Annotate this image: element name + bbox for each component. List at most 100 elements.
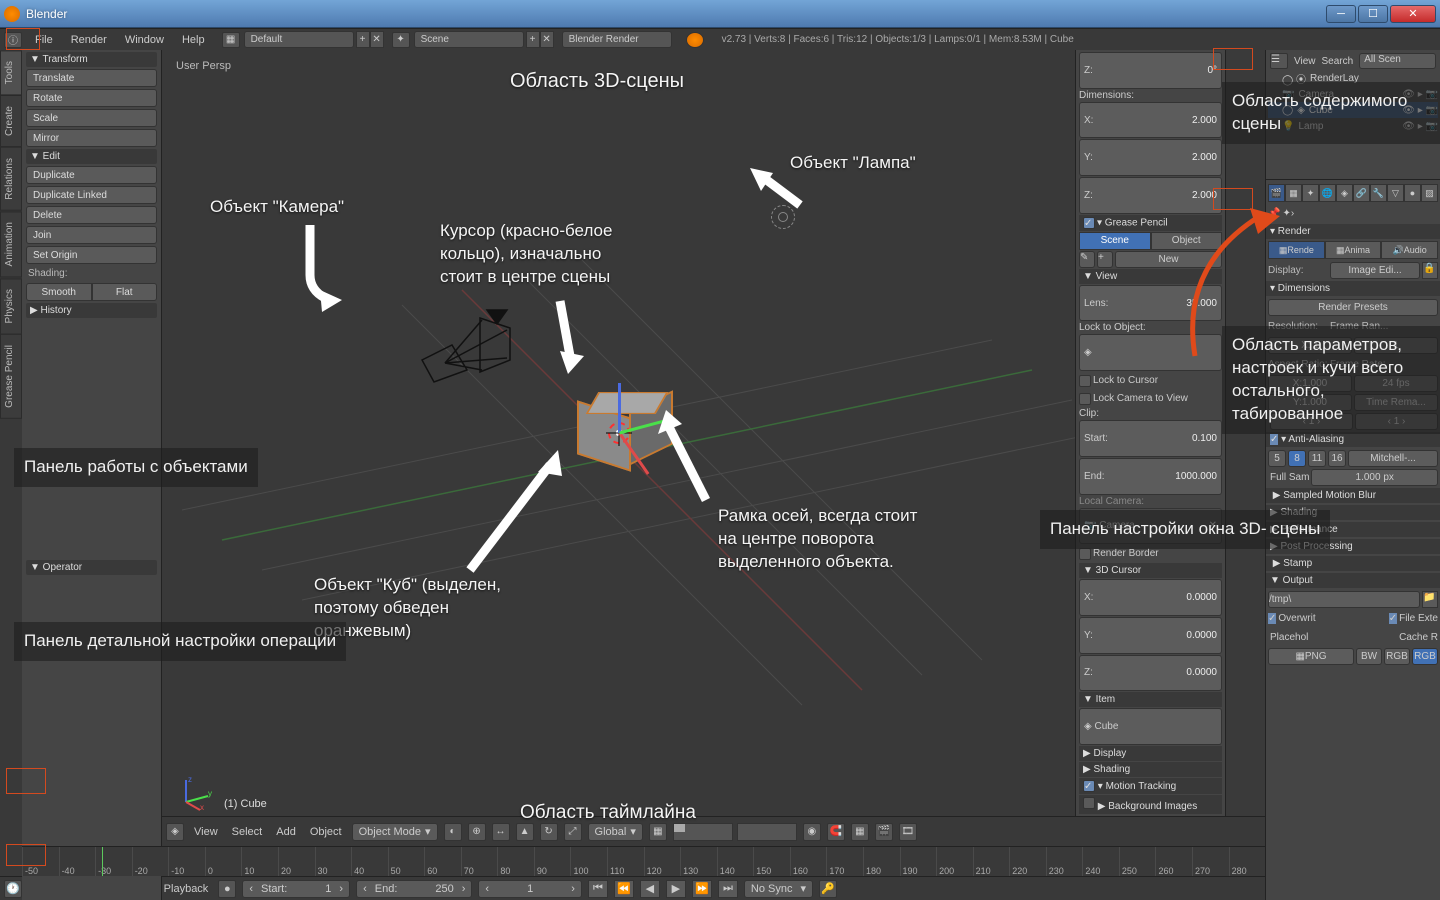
manip-rotate-icon[interactable]: ↻ — [540, 823, 558, 841]
prop-tab-render[interactable]: 🎬 — [1268, 184, 1285, 202]
3d-cursor-header[interactable]: ▼ 3D Cursor — [1079, 563, 1222, 578]
cursor-z-field[interactable]: Z:0.0000 — [1079, 655, 1222, 692]
render-border-check[interactable] — [1079, 548, 1091, 560]
gp-object-button[interactable]: Object — [1151, 232, 1223, 250]
keyframe-next-button[interactable]: ⏩ — [692, 880, 712, 898]
rgb-button[interactable]: RGB — [1384, 648, 1410, 665]
output-header[interactable]: ▼ Output — [1266, 573, 1440, 588]
window-close-button[interactable]: ✕ — [1390, 5, 1436, 23]
perf-header[interactable]: ▶ Performance — [1266, 522, 1440, 537]
sync-dropdown[interactable]: No Sync ▾ — [744, 880, 813, 898]
flat-button[interactable]: Flat — [92, 283, 158, 301]
window-minimize-button[interactable]: ─ — [1326, 5, 1356, 23]
prop-tab-scene[interactable]: ✦ — [1302, 184, 1319, 202]
mirror-button[interactable]: Mirror — [26, 129, 157, 147]
audio-tab[interactable]: 🔊 Audio — [1381, 241, 1438, 259]
aa-5[interactable]: 5 — [1268, 450, 1286, 467]
timeline[interactable]: -50-40-30-20-100102030405060708090100110… — [22, 846, 1265, 876]
snap-icon[interactable]: 🧲 — [827, 823, 845, 841]
gp-brush-icon[interactable]: ✎ — [1079, 251, 1095, 268]
prop-tab-layers[interactable]: ▦ — [1285, 184, 1302, 202]
outliner-display-dropdown[interactable]: All Scen — [1359, 53, 1436, 69]
z-axis-handle[interactable] — [618, 383, 621, 433]
outliner-item-cube[interactable]: ◯ ◈Cube👁 ▸ 📷 — [1268, 102, 1438, 118]
dim-z-field[interactable]: Z:2.000 — [1079, 177, 1222, 214]
display-dropdown[interactable]: Image Edi... — [1330, 262, 1420, 279]
post-header[interactable]: ▶ Post Processing — [1266, 539, 1440, 554]
layers-icon[interactable]: ▦ — [649, 823, 667, 841]
prop-tab-object[interactable]: ◈ — [1336, 184, 1353, 202]
tl-start-field[interactable]: ‹ Start: 1 › — [242, 880, 350, 898]
tab-tools[interactable]: Tools — [0, 50, 22, 95]
dim-x-field[interactable]: X:2.000 — [1079, 102, 1222, 139]
smb-header[interactable]: ▶ Sampled Motion Blur — [1266, 488, 1440, 503]
frame-start-field[interactable]: 1 — [1354, 337, 1438, 354]
play-button[interactable]: ▶ — [666, 880, 686, 898]
menu-render[interactable]: Render — [62, 34, 116, 46]
camera-object[interactable] — [412, 310, 522, 390]
aspect-x-field[interactable]: X:1.000 — [1268, 375, 1352, 392]
display-header[interactable]: ▶ Display — [1079, 746, 1222, 761]
item-name-field[interactable]: ◈ Cube — [1079, 708, 1222, 745]
outliner-item-camera[interactable]: 📷Camera👁 ▸ 📷 — [1268, 86, 1438, 102]
browse-icon[interactable]: 📁 — [1422, 591, 1438, 608]
manip-scale-icon[interactable]: ⤢ — [564, 823, 582, 841]
mode-dropdown[interactable]: Object Mode ▾ — [352, 823, 438, 841]
operator-header[interactable]: ▼ Operator — [26, 560, 157, 575]
tab-relations[interactable]: Relations — [0, 147, 22, 211]
prop-tab-texture[interactable]: ▨ — [1421, 184, 1438, 202]
tab-physics[interactable]: Physics — [0, 278, 22, 334]
tab-animation[interactable]: Animation — [0, 211, 22, 277]
orientation-dropdown[interactable]: Global ▾ — [588, 823, 643, 841]
shading-header[interactable]: ▶ Shading — [1079, 762, 1222, 777]
snap-type-icon[interactable]: ▦ — [851, 823, 869, 841]
item-header[interactable]: ▼ Item — [1079, 692, 1222, 707]
transform-header[interactable]: ▼ Transform — [26, 52, 157, 67]
aa-16[interactable]: 16 — [1328, 450, 1346, 467]
anim-tab[interactable]: ▦ Anima — [1325, 241, 1382, 259]
clip-end-field[interactable]: End:1000.000 — [1079, 458, 1222, 495]
smooth-button[interactable]: Smooth — [26, 283, 92, 301]
menu-help[interactable]: Help — [173, 34, 214, 46]
tab-create[interactable]: Create — [0, 95, 22, 147]
gp-add-button[interactable]: + — [1097, 251, 1113, 268]
layout-add-button[interactable]: + — [356, 31, 370, 48]
prop-tab-constraint[interactable]: 🔗 — [1353, 184, 1370, 202]
timeline-cursor[interactable] — [102, 847, 103, 876]
lock-camera-check[interactable] — [1079, 393, 1091, 405]
jump-start-button[interactable]: ⏮ — [588, 880, 608, 898]
render-engine-dropdown[interactable]: Blender Render — [562, 31, 672, 48]
prop-tab-material[interactable]: ● — [1404, 184, 1421, 202]
opengl-render-icon[interactable]: 🎬 — [875, 823, 893, 841]
viewport-3d[interactable]: User Persp — [162, 50, 1075, 816]
stamp-header[interactable]: ▶ Stamp — [1266, 556, 1440, 571]
editor-type-3dview-icon[interactable]: ◈ — [166, 823, 184, 841]
n-panel-scrollbar[interactable] — [1225, 50, 1265, 816]
delete-button[interactable]: Delete — [26, 206, 157, 224]
res-x-field[interactable]: X: 1 — [1268, 337, 1352, 354]
view-header[interactable]: ▼ View — [1079, 269, 1222, 284]
editor-type-outliner-icon[interactable]: ☰ — [1270, 53, 1288, 69]
screen-layout-icon[interactable]: ▦ — [222, 32, 240, 48]
pivot-icon[interactable]: ⊕ — [468, 823, 486, 841]
aa-header[interactable]: ✓ ▾ Anti-Aliasing — [1266, 432, 1440, 447]
layout-remove-button[interactable]: ✕ — [370, 31, 384, 48]
dimensions-panel-header[interactable]: ▾ Dimensions — [1266, 281, 1440, 296]
scene-icon[interactable]: ✦ — [392, 32, 410, 48]
keyframe-prev-button[interactable]: ⏪ — [614, 880, 634, 898]
display-lock-icon[interactable]: 🔒 — [1422, 262, 1438, 279]
outliner-search-menu[interactable]: Search — [1322, 56, 1354, 67]
manipulator-toggle-icon[interactable]: ↔ — [492, 823, 510, 841]
lock-cursor-check[interactable] — [1079, 375, 1091, 387]
lens-field[interactable]: Lens:35.000 — [1079, 285, 1222, 322]
auto-keyframe-icon[interactable]: ● — [218, 880, 236, 898]
outliner-view-menu[interactable]: View — [1294, 56, 1316, 67]
layer-buttons[interactable] — [673, 823, 797, 841]
aa-px-field[interactable]: 1.000 px — [1311, 469, 1438, 486]
jump-end-button[interactable]: ⏭ — [718, 880, 738, 898]
prop-tab-data[interactable]: ▽ — [1387, 184, 1404, 202]
bg-images-header[interactable]: ▶ Background Images — [1079, 795, 1222, 814]
aa-8[interactable]: 8 — [1288, 450, 1306, 467]
render-presets-dropdown[interactable]: Render Presets — [1268, 299, 1438, 316]
cursor-x-field[interactable]: X:0.0000 — [1079, 579, 1222, 616]
